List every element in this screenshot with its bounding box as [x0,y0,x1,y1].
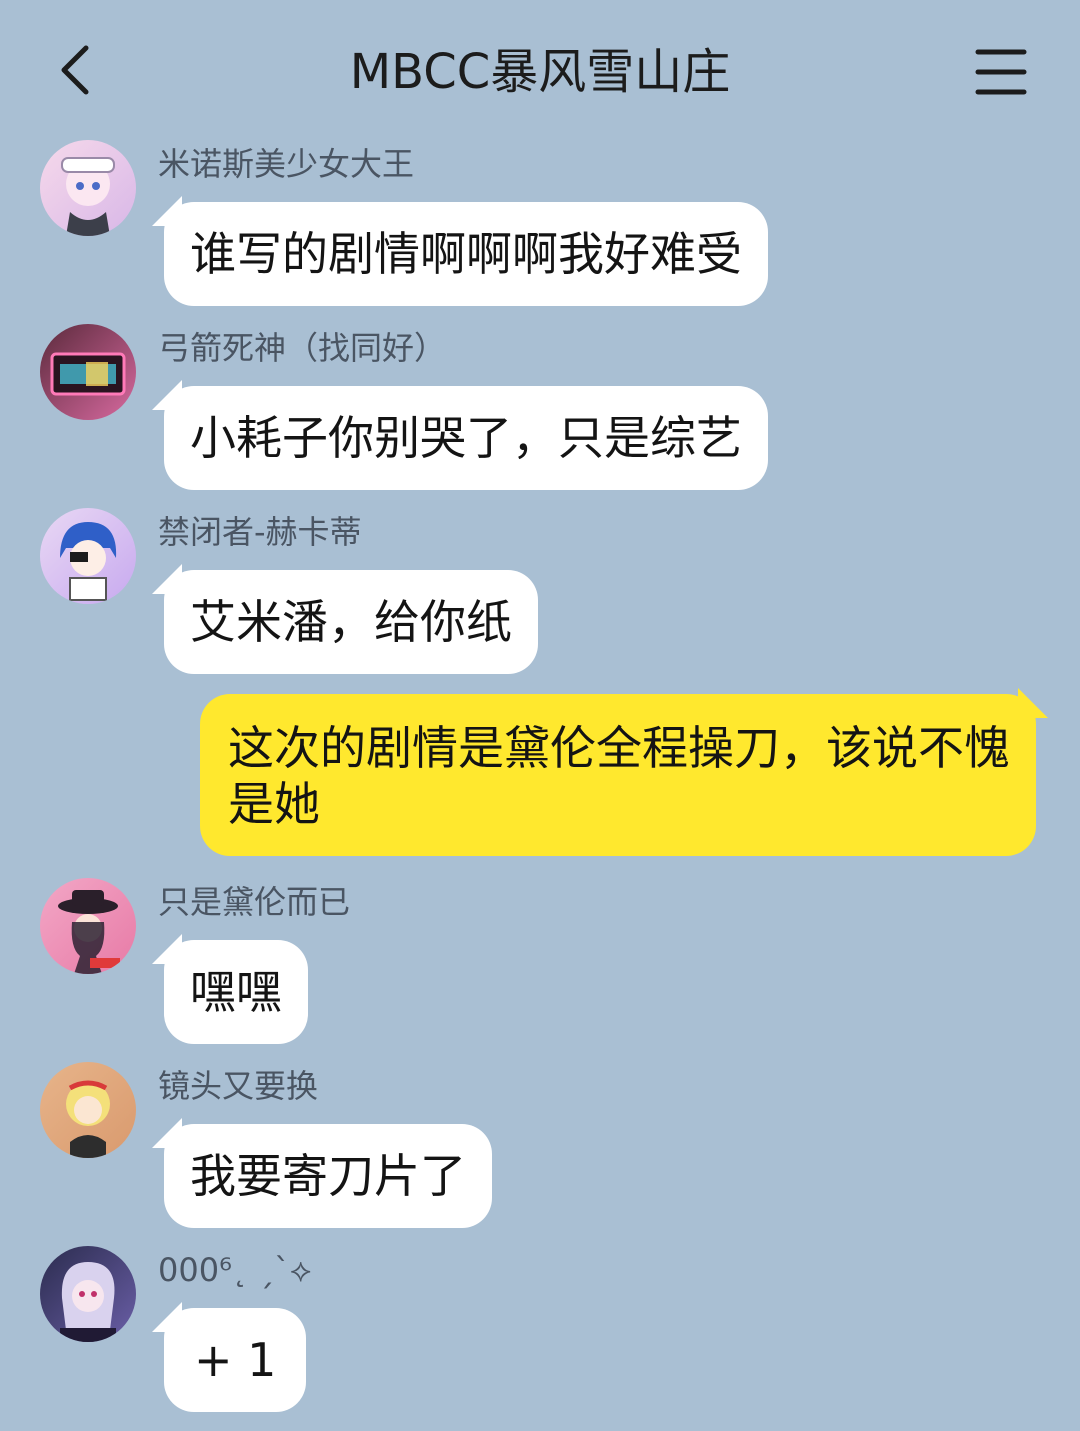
menu-button[interactable] [968,42,1034,102]
avatar[interactable] [40,1062,136,1158]
chat-title: MBCC暴风雪山庄 [349,44,731,100]
message-bubble-self[interactable]: 这次的剧情是黛伦全程操刀，该说不愧是她 [200,688,1048,856]
sender-name: 弓箭死神（找同好） [158,329,447,367]
avatar[interactable] [40,508,136,604]
message-bubble[interactable]: 艾米潘，给你纸 [152,564,538,674]
message-bubble[interactable]: 谁写的剧情啊啊啊我好难受 [152,196,768,306]
message-bubble[interactable]: + 1 [151,1302,307,1412]
message-bubble[interactable]: 嘿嘿 [152,934,308,1044]
avatar[interactable] [40,324,136,420]
sender-name: 米诺斯美少女大王 [158,145,415,183]
avatar-icon [50,352,126,396]
avatar[interactable] [40,140,136,236]
sender-name: 镜头又要换 [158,1067,319,1105]
avatar-icon [58,890,120,974]
sender-name: 000⁶˛ ˏˋ⟡ [158,1251,312,1289]
avatar-icon [60,522,117,601]
avatar-icon [61,157,115,236]
avatar[interactable] [40,878,136,974]
sender-name: 禁闭者-赫卡蒂 [158,513,362,551]
message-bubble[interactable]: 小耗子你别哭了，只是综艺 [152,380,768,490]
chat-header: MBCC暴风雪山庄 [0,0,1080,140]
avatar[interactable] [40,1246,136,1342]
avatar-icon [60,1262,116,1342]
message-bubble[interactable]: 我要寄刀片了 [152,1118,492,1228]
avatar-icon [66,1080,110,1158]
sender-name: 只是黛伦而已 [158,883,351,921]
hamburger-menu-icon [975,49,1027,95]
